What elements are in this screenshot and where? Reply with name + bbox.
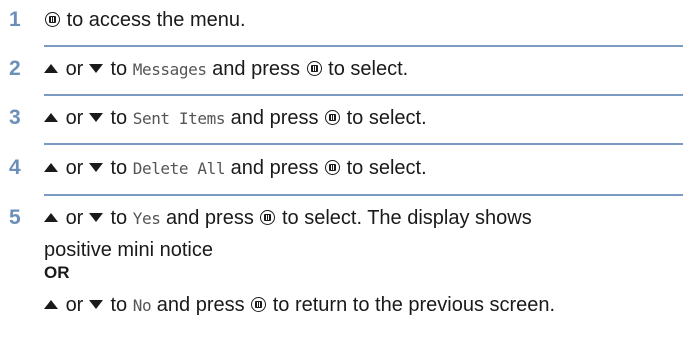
and-press-text: and press xyxy=(230,157,319,179)
down-arrow-icon xyxy=(88,64,103,73)
up-arrow-icon xyxy=(44,113,58,122)
step-number: 4 xyxy=(9,156,21,179)
or-text: or xyxy=(65,294,84,316)
to-text: to xyxy=(110,294,128,316)
up-arrow-icon xyxy=(44,64,58,73)
to-text: to xyxy=(110,207,128,229)
step-text: to access the menu. xyxy=(66,9,246,31)
step-3-line: or to Sent Items and press to select. xyxy=(44,106,427,131)
menu-select-button-icon xyxy=(45,12,60,27)
notice-text: positive mini notice xyxy=(44,239,213,261)
action-text: to select. xyxy=(328,58,409,80)
menu-select-button-icon xyxy=(325,160,341,175)
divider xyxy=(44,143,683,145)
or-text: or xyxy=(65,107,84,129)
menu-select-button-icon xyxy=(260,210,276,225)
divider xyxy=(44,94,683,96)
up-arrow-icon xyxy=(44,213,58,222)
and-press-text: and press xyxy=(230,107,319,129)
step-5-line: or to Yes and press to select. The displ… xyxy=(44,206,532,231)
step-number: 1 xyxy=(9,8,21,31)
to-text: to xyxy=(110,157,128,179)
action-text: to select. xyxy=(346,107,427,129)
step-number: 3 xyxy=(9,106,21,129)
step-5-continuation: positive mini notice xyxy=(44,238,213,262)
instruction-steps: 1 to access the menu. 2 or to Messages a… xyxy=(0,0,683,347)
menu-target-label: Sent Items xyxy=(132,109,226,128)
or-label: OR xyxy=(44,263,70,282)
down-arrow-icon xyxy=(88,300,103,309)
step-4-line: or to Delete All and press to select. xyxy=(44,156,427,181)
menu-select-button-icon xyxy=(325,110,341,125)
or-text: or xyxy=(65,157,84,179)
step-number: 5 xyxy=(9,206,21,229)
or-text: or xyxy=(65,207,84,229)
down-arrow-icon xyxy=(88,113,103,122)
to-text: to xyxy=(110,58,128,80)
action-text: to select. The display shows xyxy=(281,207,532,229)
step-1-line: to access the menu. xyxy=(44,8,246,32)
up-arrow-icon xyxy=(44,300,58,309)
down-arrow-icon xyxy=(88,213,103,222)
and-press-text: and press xyxy=(156,294,245,316)
menu-select-button-icon xyxy=(251,297,267,312)
menu-select-button-icon xyxy=(306,61,322,76)
step-number: 2 xyxy=(9,57,21,80)
menu-target-label: No xyxy=(132,296,152,315)
to-text: to xyxy=(110,107,128,129)
and-press-text: and press xyxy=(166,207,254,229)
step-5-alternative: or to No and press to return to the prev… xyxy=(44,293,555,318)
and-press-text: and press xyxy=(212,58,301,80)
action-text: to return to the previous screen. xyxy=(272,294,556,316)
down-arrow-icon xyxy=(88,163,103,172)
divider xyxy=(44,194,683,196)
menu-target-label: Delete All xyxy=(132,159,226,178)
menu-target-label: Yes xyxy=(132,209,161,228)
or-text: or xyxy=(65,58,84,80)
menu-target-label: Messages xyxy=(132,60,207,79)
step-2-line: or to Messages and press to select. xyxy=(44,57,408,82)
divider xyxy=(44,45,683,47)
step-5-or: OR xyxy=(44,260,70,285)
up-arrow-icon xyxy=(44,163,58,172)
action-text: to select. xyxy=(346,157,427,179)
